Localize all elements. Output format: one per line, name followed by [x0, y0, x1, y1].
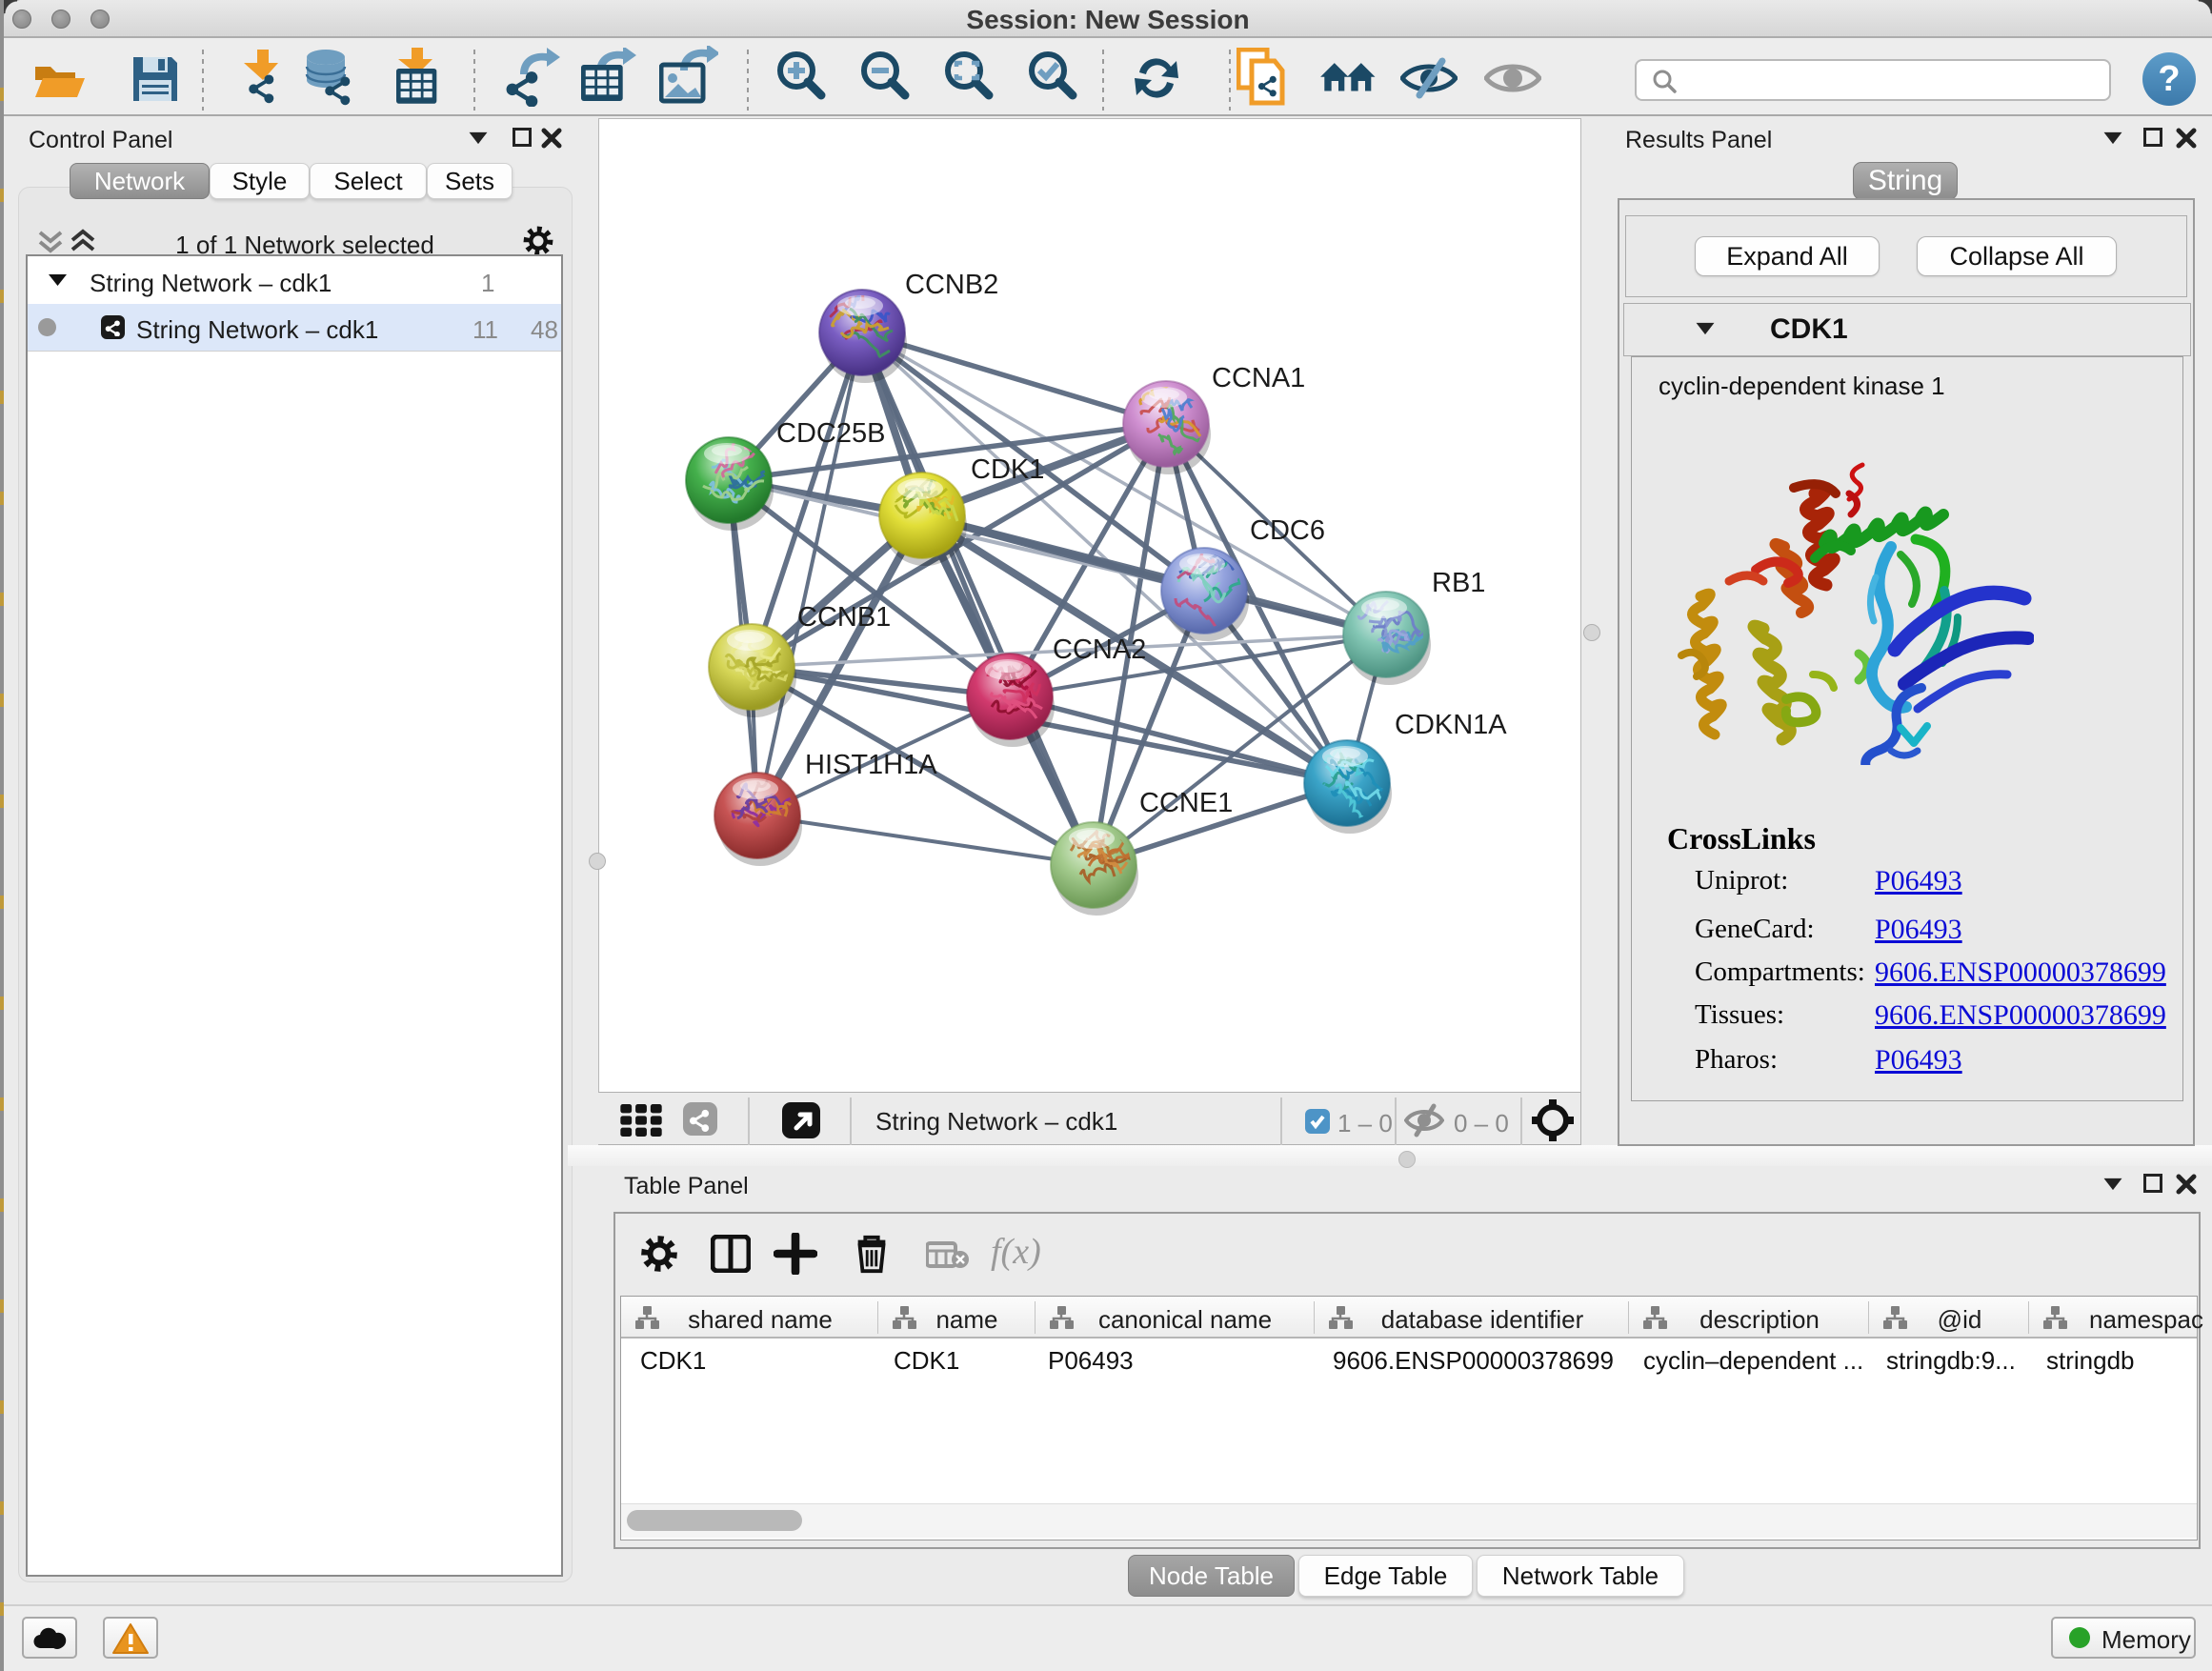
- svg-text:CDK1: CDK1: [971, 454, 1044, 485]
- svg-text:HIST1H1A: HIST1H1A: [805, 750, 937, 780]
- svg-text:CCNB2: CCNB2: [905, 270, 998, 300]
- svg-text:CCNA1: CCNA1: [1212, 363, 1305, 393]
- svg-text:CDC6: CDC6: [1250, 515, 1325, 546]
- svg-text:CCNA2: CCNA2: [1053, 634, 1146, 665]
- svg-text:CDC25B: CDC25B: [776, 418, 885, 449]
- svg-text:CCNB1: CCNB1: [797, 602, 891, 633]
- svg-text:RB1: RB1: [1432, 568, 1485, 598]
- svg-text:CCNE1: CCNE1: [1139, 788, 1233, 818]
- svg-text:CDKN1A: CDKN1A: [1395, 710, 1507, 740]
